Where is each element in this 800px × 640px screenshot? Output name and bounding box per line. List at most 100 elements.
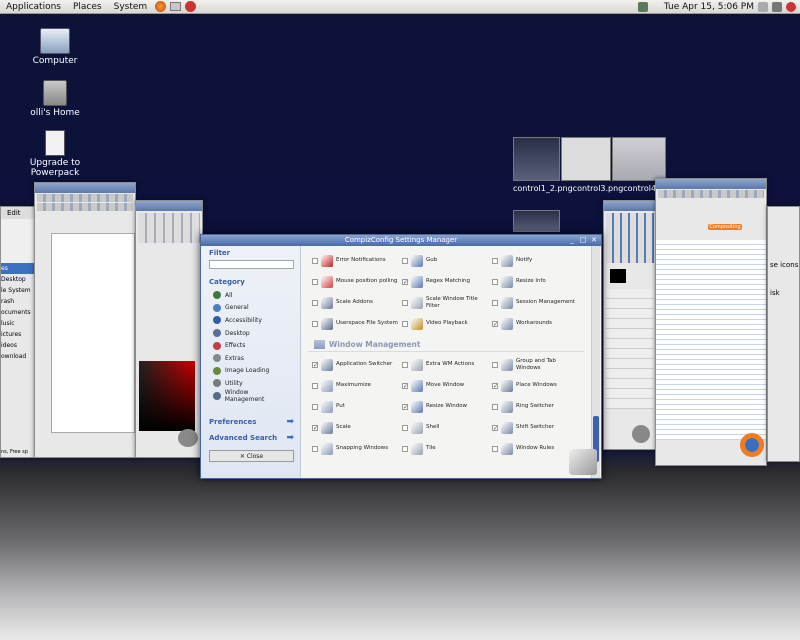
- plugin-resize-window[interactable]: ✓ Resize Window: [402, 396, 492, 417]
- plugin-enable-checkbox[interactable]: [402, 424, 408, 431]
- preferences-link[interactable]: Preferences ➡: [201, 414, 300, 430]
- sidebar-item[interactable]: ictures: [1, 329, 35, 340]
- plugin-put[interactable]: Put: [312, 396, 402, 417]
- browser-window[interactable]: Compositing: [655, 178, 767, 466]
- volume-icon[interactable]: [772, 2, 782, 12]
- category-accessibility[interactable]: Accessibility: [201, 314, 300, 327]
- plugin-enable-checkbox[interactable]: [492, 299, 498, 306]
- plugin-workarounds[interactable]: ✓ Workarounds: [492, 313, 582, 334]
- plugin-enable-checkbox[interactable]: [402, 299, 408, 306]
- sidebar-item[interactable]: ocuments: [1, 307, 35, 318]
- window-titlebar[interactable]: [35, 183, 135, 193]
- plugin-enable-checkbox[interactable]: [492, 403, 498, 410]
- plugin-resize-info[interactable]: Resize Info: [492, 271, 582, 292]
- plugin-enable-checkbox[interactable]: [312, 445, 318, 452]
- plugin-place-windows[interactable]: ✓ Place Windows: [492, 375, 582, 396]
- applications-menu[interactable]: Applications: [0, 2, 67, 12]
- category-extras[interactable]: Extras: [201, 352, 300, 365]
- plugin-scale-window-title-filter[interactable]: Scale Window Title Filter: [402, 292, 492, 313]
- plugin-enable-checkbox[interactable]: [402, 320, 408, 327]
- plugin-enable-checkbox[interactable]: ✓: [492, 382, 498, 389]
- thumbnail-control4[interactable]: [612, 137, 666, 181]
- file-manager-menu[interactable]: Edit: [1, 207, 35, 219]
- plugin-enable-checkbox[interactable]: ✓: [402, 278, 408, 285]
- plugin-enable-checkbox[interactable]: ✓: [402, 382, 408, 389]
- category-general[interactable]: General: [201, 302, 300, 315]
- plugin-enable-checkbox[interactable]: [402, 361, 408, 368]
- plugin-enable-checkbox[interactable]: [492, 257, 498, 264]
- plugin-regex-matching[interactable]: ✓ Regex Matching: [402, 271, 492, 292]
- compositing-tab[interactable]: Compositing: [708, 224, 742, 230]
- power-icon[interactable]: [786, 2, 796, 12]
- plugin-list-scrollbar[interactable]: [591, 246, 600, 478]
- minimize-icon[interactable]: _: [568, 236, 576, 244]
- plugin-enable-checkbox[interactable]: [312, 257, 318, 264]
- sidebar-item[interactable]: lusic: [1, 318, 35, 329]
- plugin-enable-checkbox[interactable]: [492, 278, 498, 285]
- thumbnail-control1[interactable]: [513, 137, 560, 181]
- firefox-launcher-icon[interactable]: [155, 1, 167, 12]
- plugin-group-and-tab-windows[interactable]: Group and Tab Windows: [492, 354, 582, 375]
- desktop-icon-upgrade[interactable]: Upgrade to Powerpack: [20, 130, 90, 178]
- category-window-management[interactable]: Window Management: [201, 389, 300, 403]
- thumbnail-control3[interactable]: [561, 137, 611, 181]
- plugin-shift-switcher[interactable]: ✓ Shift Switcher: [492, 417, 582, 438]
- plugin-enable-checkbox[interactable]: [402, 257, 408, 264]
- window-titlebar[interactable]: [604, 201, 656, 211]
- plugin-enable-checkbox[interactable]: [312, 382, 318, 389]
- category-utility[interactable]: Utility: [201, 377, 300, 390]
- plugin-enable-checkbox[interactable]: [312, 299, 318, 306]
- desktop-icon-computer[interactable]: Computer: [20, 28, 90, 66]
- system-menu[interactable]: System: [108, 2, 154, 12]
- plugin-error-notifications[interactable]: Error Notifications: [312, 250, 402, 271]
- far-right-window[interactable]: se icons isk: [767, 206, 800, 462]
- network-icon[interactable]: [637, 2, 648, 12]
- plugin-ring-switcher[interactable]: Ring Switcher: [492, 396, 582, 417]
- plugin-enable-checkbox[interactable]: ✓: [402, 403, 408, 410]
- thumbnail-row2[interactable]: [513, 210, 560, 232]
- plugin-enable-checkbox[interactable]: [402, 445, 408, 452]
- plugin-application-switcher[interactable]: ✓ Application Switcher: [312, 354, 402, 375]
- clock[interactable]: Tue Apr 15, 5:06 PM: [664, 2, 754, 12]
- plugin-enable-checkbox[interactable]: ✓: [312, 361, 318, 368]
- toolbar[interactable]: [37, 194, 133, 202]
- plugin-enable-checkbox[interactable]: ✓: [492, 424, 498, 431]
- color-picker-gradient[interactable]: [139, 361, 195, 431]
- gimp-image-window[interactable]: [34, 182, 136, 458]
- browser-toolbar[interactable]: [658, 190, 764, 198]
- plugin-notify[interactable]: Notify: [492, 250, 582, 271]
- plugin-enable-checkbox[interactable]: ✓: [312, 424, 318, 431]
- plugin-session-management[interactable]: Session Management: [492, 292, 582, 313]
- plugin-maximumize[interactable]: Maximumize: [312, 375, 402, 396]
- plugin-enable-checkbox[interactable]: [492, 361, 498, 368]
- plugin-enable-checkbox[interactable]: [492, 445, 498, 452]
- category-desktop[interactable]: Desktop: [201, 327, 300, 340]
- sidebar-item[interactable]: rash: [1, 296, 35, 307]
- plugin-snapping-windows[interactable]: Snapping Windows: [312, 438, 402, 459]
- plugin-shell[interactable]: Shell: [402, 417, 492, 438]
- plugin-userspace-file-system[interactable]: Userspace File System: [312, 313, 402, 334]
- file-manager-window[interactable]: Edit es Desktop le System rash ocuments …: [0, 206, 36, 458]
- maximize-icon[interactable]: □: [579, 236, 587, 244]
- advanced-search-link[interactable]: Advanced Search ➡: [201, 430, 300, 446]
- sidebar-item[interactable]: Desktop: [1, 274, 35, 285]
- email-icon[interactable]: [758, 2, 768, 12]
- category-image-loading[interactable]: Image Loading: [201, 365, 300, 378]
- sidebar-item[interactable]: le System: [1, 285, 35, 296]
- plugin-gub[interactable]: Gub: [402, 250, 492, 271]
- plugin-enable-checkbox[interactable]: [312, 320, 318, 327]
- desktop-icon-home[interactable]: olli's Home: [20, 80, 90, 118]
- plugin-move-window[interactable]: ✓ Move Window: [402, 375, 492, 396]
- close-icon[interactable]: ✕: [590, 236, 598, 244]
- category-effects[interactable]: Effects: [201, 339, 300, 352]
- plugin-enable-checkbox[interactable]: ✓: [492, 320, 498, 327]
- help-launcher-icon[interactable]: [185, 1, 197, 12]
- image-canvas[interactable]: [51, 233, 135, 433]
- places-menu[interactable]: Places: [67, 2, 108, 12]
- plugin-mouse-position-polling[interactable]: Mouse position polling: [312, 271, 402, 292]
- sidebar-item[interactable]: es: [1, 263, 35, 274]
- category-all[interactable]: All: [201, 289, 300, 302]
- toolbar[interactable]: [37, 203, 133, 211]
- ccsm-window[interactable]: CompizConfig Settings Manager _ □ ✕ Filt…: [200, 234, 602, 479]
- plugin-video-playback[interactable]: Video Playback: [402, 313, 492, 334]
